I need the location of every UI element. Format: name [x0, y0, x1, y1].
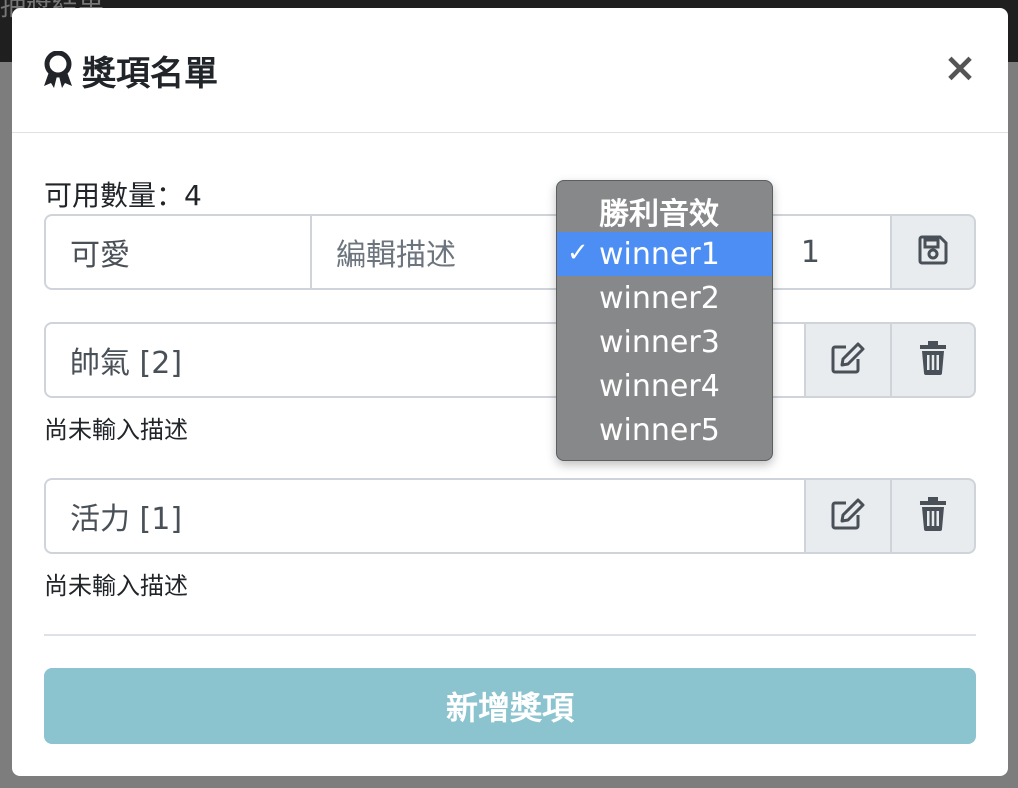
dropdown-option-label: winner5: [599, 412, 720, 448]
add-prize-button[interactable]: 新增獎項: [44, 668, 976, 744]
modal-title-text: 獎項名單: [82, 53, 218, 94]
delete-button[interactable]: [892, 478, 976, 554]
delete-button[interactable]: [892, 322, 976, 398]
dropdown-option-label: winner3: [599, 324, 720, 360]
award-icon: [42, 50, 74, 89]
edit-button[interactable]: [806, 478, 892, 554]
dropdown-option-winner3[interactable]: winner3: [557, 320, 772, 364]
checkmark-icon: ✓: [567, 238, 589, 268]
prize-name-input[interactable]: 可愛: [44, 214, 312, 290]
dropdown-option-winner1[interactable]: ✓ winner1: [557, 232, 772, 276]
dropdown-option-label: winner2: [599, 280, 720, 316]
prize-list-modal: 獎項名單 × 可用數量：4 可愛 編輯描述 1 帥氣 [2] 尚未輸入描述 活力…: [12, 8, 1008, 776]
prize-row: 活力 [1]: [44, 478, 976, 554]
prize-name-field[interactable]: 活力 [1]: [44, 478, 806, 554]
modal-header: 獎項名單 ×: [12, 8, 1008, 133]
edit-icon: [830, 341, 866, 379]
dropdown-option-label: winner4: [599, 368, 720, 404]
prize-row: 帥氣 [2]: [44, 322, 976, 398]
dropdown-option-winner4[interactable]: winner4: [557, 364, 772, 408]
prize-description: 尚未輸入描述: [44, 572, 188, 600]
save-icon: [918, 235, 948, 269]
modal-title: 獎項名單: [42, 48, 218, 94]
dropdown-group-header: 勝利音效: [599, 197, 719, 232]
edit-icon: [830, 497, 866, 535]
trash-icon: [919, 341, 947, 379]
close-button[interactable]: ×: [942, 48, 978, 88]
dropdown-option-label: winner1: [599, 236, 720, 272]
trash-icon: [919, 497, 947, 535]
edit-button[interactable]: [806, 322, 892, 398]
prize-description-input[interactable]: 編輯描述: [312, 214, 592, 290]
sound-select-dropdown[interactable]: 勝利音效 ✓ winner1 winner2 winner3 winner4 w…: [556, 180, 773, 461]
dropdown-option-winner5[interactable]: winner5: [557, 408, 772, 452]
available-count: 可用數量：4: [44, 179, 202, 212]
save-button[interactable]: [892, 214, 976, 290]
prize-description: 尚未輸入描述: [44, 416, 188, 444]
dropdown-option-winner2[interactable]: winner2: [557, 276, 772, 320]
prize-edit-row: 可愛 編輯描述 1: [44, 214, 976, 290]
divider: [44, 634, 976, 636]
